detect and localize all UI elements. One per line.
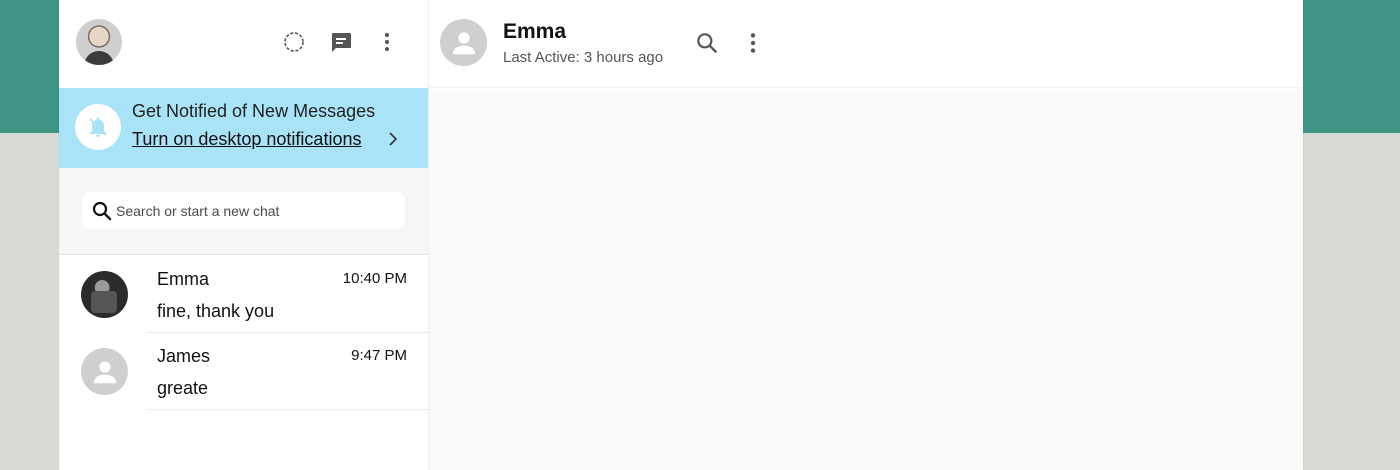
contact-avatar [81,271,128,318]
message-preview: fine, thank you [157,301,275,321]
new-chat-icon[interactable] [328,29,354,55]
enable-notifications-link[interactable]: Turn on desktop notifications [132,129,361,150]
notification-title: Get Notified of New Messages [132,101,376,121]
search-box [82,192,405,229]
message-time: 10:40 PM [342,270,407,287]
more-vert-icon[interactable] [374,29,400,55]
default-avatar-icon[interactable] [440,19,487,66]
search-icon [92,201,112,220]
message-time: 9:47 PM [351,347,407,364]
message-area [429,89,1303,470]
chat-app-window: Get Notified of New Messages Turn on des… [59,0,1303,470]
conversation-contact-name[interactable]: Emma [503,20,566,44]
search-input[interactable] [116,202,396,219]
more-vert-icon[interactable] [740,30,766,56]
sidebar-header [59,0,428,88]
contact-name: James [157,346,211,366]
conversation-header: Emma Last Active: 3 hours ago [429,0,1303,88]
chat-list-item-emma[interactable]: Emma 10:40 PM fine, thank you [59,256,428,333]
bell-off-icon [75,104,121,150]
chat-list: Emma 10:40 PM fine, thank you James 9:47… [59,256,428,410]
conversation-panel: Emma Last Active: 3 hours ago [429,0,1303,470]
sidebar: Get Notified of New Messages Turn on des… [59,0,429,470]
my-profile-avatar[interactable] [76,19,122,65]
last-active-status: Last Active: 3 hours ago [503,49,664,66]
divider [147,409,428,410]
desktop-notification-banner[interactable]: Get Notified of New Messages Turn on des… [59,88,428,168]
contact-name: Emma [157,269,210,289]
search-icon[interactable] [694,30,720,56]
message-preview: greate [157,378,209,398]
search-area [59,168,428,255]
chat-list-item-james[interactable]: James 9:47 PM greate [59,333,428,410]
chevron-right-icon [389,132,398,146]
status-icon[interactable] [281,29,307,55]
default-avatar-icon [81,348,128,395]
